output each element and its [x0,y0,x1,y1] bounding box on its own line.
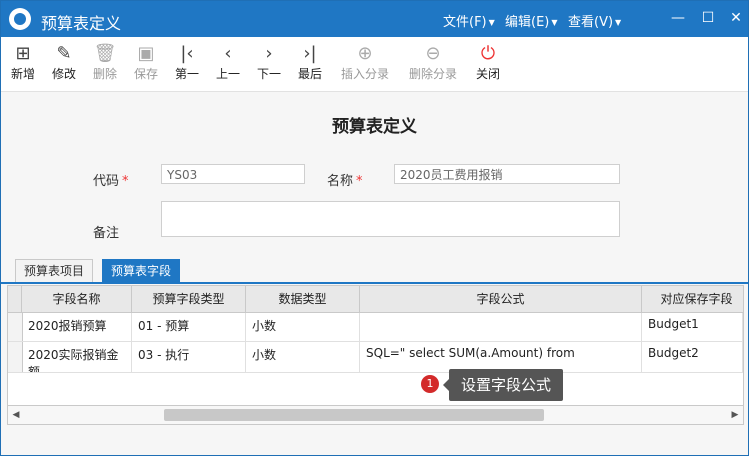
toolbar-edit-button[interactable]: ✎ 修改 [44,43,84,82]
column-header[interactable]: 字段名称 [22,286,132,312]
remove-icon: ⊖ [425,43,441,64]
delete-icon: 🗑 [93,43,117,64]
close-window-button[interactable]: ✕ [725,7,747,29]
app-window: 预算表定义 文件(F) ▼ 编辑(E) ▼ 查看(V) ▼ — ☐ ✕ ⊞ 新增 ✎ 修改… [0,0,749,456]
app-logo-icon [9,8,31,30]
name-label: 名称 * [327,174,363,189]
page-title: 预算表定义 [332,117,417,137]
toolbar-prev-button[interactable]: ‹ 上一 [208,43,248,82]
chevron-down-icon: ▼ [488,18,495,27]
table-cell[interactable]: 2020报销预算 [22,313,132,341]
add-icon: ⊞ [15,43,31,64]
table-cell[interactable]: 小数 [246,313,360,341]
chevron-down-icon: ▼ [551,18,558,27]
scrollbar-thumb[interactable] [164,409,544,421]
code-field[interactable]: YS03 [161,164,305,184]
table-cell[interactable]: Budget2 [642,342,743,372]
table-cell[interactable] [360,313,642,341]
title-bar: 预算表定义 文件(F) ▼ 编辑(E) ▼ 查看(V) ▼ — ☐ ✕ [1,1,748,37]
column-header[interactable]: 预算字段类型 [132,286,246,312]
toolbar-close-button[interactable]: ⏻ 关闭 [468,43,508,82]
edit-icon: ✎ [56,43,72,64]
chevron-down-icon: ▼ [615,18,622,27]
step-number-badge: 1 [421,375,439,393]
toolbar-save-button[interactable]: ▣ 保存 [126,43,166,82]
toolbar-last-button[interactable]: ›| 最后 [290,43,330,82]
tab-budget-items[interactable]: 预算表项目 [15,259,94,282]
toolbar-insert-entry-button[interactable]: ⊕ 插入分录 [337,43,393,82]
toolbar: ⊞ 新增 ✎ 修改 🗑 删除 ▣ 保存 |‹ 第一 ‹ 上一 › 下一 ›| 最后 ⊕ 插入分录 … [1,37,748,92]
last-icon: ›| [303,43,317,64]
remark-label: 备注 [93,226,120,241]
table-cell[interactable]: 01 - 预算 [132,313,246,341]
prev-icon: ‹ [224,43,232,64]
table-cell[interactable]: 小数 [246,342,360,372]
toolbar-delete-entry-button[interactable]: ⊖ 删除分录 [405,43,461,82]
toolbar-next-button[interactable]: › 下一 [249,43,289,82]
first-icon: |‹ [180,43,194,64]
scroll-left-icon[interactable]: ◀ [8,406,24,424]
row-header[interactable] [8,313,23,341]
menu-view[interactable]: 查看(V) ▼ [568,11,621,30]
row-header-corner [8,286,22,312]
horizontal-scrollbar[interactable]: ◀ ▶ [7,405,744,425]
code-label: 代码 * [93,174,129,189]
column-header[interactable]: 数据类型 [246,286,360,312]
maximize-button[interactable]: ☐ [697,7,719,29]
grid-header: 字段名称 预算字段类型 数据类型 字段公式 对应保存字段 [8,286,743,313]
table-cell[interactable]: Budget1 [642,313,743,341]
table-cell[interactable]: 2020实际报销金额 [22,342,132,372]
table-cell[interactable]: SQL=" select SUM(a.Amount) from [360,342,642,372]
menu-edit[interactable]: 编辑(E) ▼ [505,11,558,30]
tab-underline [1,282,748,284]
window-title: 预算表定义 [41,14,122,33]
form-area: 预算表定义 代码 * YS03 名称 * 2020员工费用报销 备注 [1,92,748,256]
tab-strip: 预算表项目 预算表字段 [1,257,748,284]
power-icon: ⏻ [480,43,496,64]
tab-budget-fields[interactable]: 预算表字段 [102,259,181,282]
toolbar-first-button[interactable]: |‹ 第一 [167,43,207,82]
insert-icon: ⊕ [357,43,373,64]
minimize-button[interactable]: — [667,7,689,29]
name-field[interactable]: 2020员工费用报销 [394,164,620,184]
fields-grid: 字段名称 预算字段类型 数据类型 字段公式 对应保存字段 2020报销预算 01… [7,285,744,425]
table-row[interactable]: 2020实际报销金额 03 - 执行 小数 SQL=" select SUM(a… [8,342,743,373]
save-icon: ▣ [137,43,155,64]
row-header[interactable] [8,342,23,372]
column-header[interactable]: 对应保存字段 [642,286,743,312]
toolbar-delete-button[interactable]: 🗑 删除 [85,43,125,82]
next-icon: › [265,43,273,64]
scroll-right-icon[interactable]: ▶ [727,406,743,424]
column-header[interactable]: 字段公式 [360,286,642,312]
table-row[interactable]: 2020报销预算 01 - 预算 小数 Budget1 [8,313,743,342]
remark-field[interactable] [161,201,620,237]
hint-tooltip: 设置字段公式 [442,369,564,401]
table-cell[interactable]: 03 - 执行 [132,342,246,372]
toolbar-add-button[interactable]: ⊞ 新增 [3,43,43,82]
menu-file[interactable]: 文件(F) ▼ [443,11,495,30]
